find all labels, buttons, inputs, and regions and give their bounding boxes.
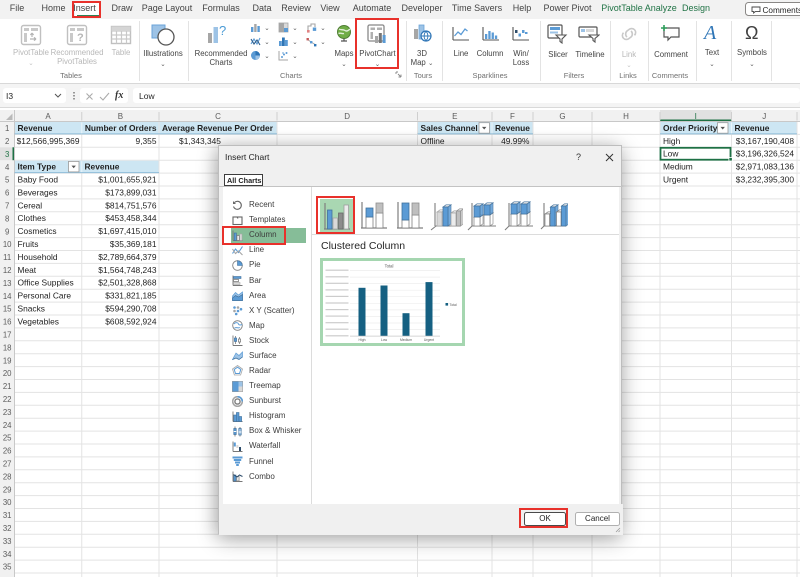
svg-text:$3,167,190,408: $3,167,190,408 <box>736 136 795 146</box>
svg-text:7: 7 <box>5 202 9 211</box>
svg-text:20: 20 <box>3 369 12 378</box>
svg-text:Sales Channel: Sales Channel <box>421 123 478 133</box>
svg-text:4: 4 <box>5 163 10 172</box>
svg-text:Total: Total <box>450 303 457 307</box>
svg-text:$1,001,655,921: $1,001,655,921 <box>98 175 157 185</box>
svg-text:High: High <box>359 338 366 342</box>
svg-text:Personal Care: Personal Care <box>18 291 72 301</box>
svg-text:21: 21 <box>3 382 12 391</box>
svg-text:$2,501,328,868: $2,501,328,868 <box>98 278 157 288</box>
svg-text:$3,232,395,300: $3,232,395,300 <box>736 175 795 185</box>
svg-text:Medium: Medium <box>400 338 412 342</box>
svg-text:15: 15 <box>3 305 12 314</box>
svg-text:14: 14 <box>3 292 12 301</box>
svg-text:$608,592,924: $608,592,924 <box>105 316 157 326</box>
svg-text:Revenue: Revenue <box>495 123 530 133</box>
svg-text:Ω: Ω <box>745 23 758 42</box>
svg-text:17: 17 <box>3 331 12 340</box>
svg-text:27: 27 <box>3 460 12 469</box>
svg-text:Beverages: Beverages <box>18 187 58 197</box>
svg-text:6: 6 <box>5 189 9 198</box>
svg-text:$12,566,995,369: $12,566,995,369 <box>17 136 80 146</box>
svg-text:31: 31 <box>3 511 12 520</box>
svg-text:Number of Orders: Number of Orders <box>85 123 157 133</box>
svg-text:$1,564,748,243: $1,564,748,243 <box>98 265 157 275</box>
svg-text:$594,290,708: $594,290,708 <box>105 304 157 314</box>
svg-text:Office Supplies: Office Supplies <box>18 278 74 288</box>
svg-text:3: 3 <box>5 150 9 159</box>
svg-text:Low: Low <box>381 338 388 342</box>
svg-text:29: 29 <box>3 485 12 494</box>
svg-text:J: J <box>762 112 766 121</box>
svg-text:A: A <box>702 22 717 42</box>
svg-text:10: 10 <box>3 240 12 249</box>
svg-text:$2,789,664,379: $2,789,664,379 <box>98 252 157 262</box>
svg-text:B: B <box>118 112 123 121</box>
svg-text:8: 8 <box>5 214 9 223</box>
svg-text:Order Priority: Order Priority <box>663 123 718 133</box>
svg-text:$1,697,415,010: $1,697,415,010 <box>98 226 157 236</box>
svg-text:Revenue: Revenue <box>85 162 120 172</box>
svg-text:G: G <box>559 112 565 121</box>
svg-text:33: 33 <box>3 537 12 546</box>
svg-text:Vegetables: Vegetables <box>18 316 59 326</box>
svg-text:$1,343,345: $1,343,345 <box>179 136 221 146</box>
svg-text:$814,751,576: $814,751,576 <box>105 200 157 210</box>
svg-text:Household: Household <box>18 252 58 262</box>
svg-text:High: High <box>663 136 681 146</box>
svg-text:24: 24 <box>3 421 12 430</box>
svg-text:34: 34 <box>3 550 12 559</box>
svg-text:$35,369,181: $35,369,181 <box>110 239 157 249</box>
svg-text:$2,971,083,136: $2,971,083,136 <box>736 162 795 172</box>
svg-text:Item Type: Item Type <box>18 162 57 172</box>
svg-text:$173,899,031: $173,899,031 <box>105 187 157 197</box>
svg-text:32: 32 <box>3 524 12 533</box>
svg-text:Urgent: Urgent <box>424 338 434 342</box>
svg-text:Revenue: Revenue <box>18 123 53 133</box>
svg-text:Average Revenue Per Order: Average Revenue Per Order <box>162 123 274 133</box>
svg-text:Cereal: Cereal <box>18 200 43 210</box>
svg-text:12: 12 <box>3 266 12 275</box>
svg-text:I: I <box>695 112 697 121</box>
svg-text:$3,196,326,524: $3,196,326,524 <box>736 149 795 159</box>
svg-text:Low: Low <box>663 149 679 159</box>
svg-text:Cosmetics: Cosmetics <box>18 226 57 236</box>
svg-text:1: 1 <box>5 124 9 133</box>
svg-text:28: 28 <box>3 472 12 481</box>
svg-text:13: 13 <box>3 279 12 288</box>
svg-text:Clothes: Clothes <box>18 213 46 223</box>
svg-text:D: D <box>344 112 350 121</box>
svg-text:2: 2 <box>5 137 9 146</box>
svg-text:30: 30 <box>3 498 12 507</box>
svg-text:A: A <box>45 112 51 121</box>
svg-text:19: 19 <box>3 356 12 365</box>
svg-text:5: 5 <box>5 176 10 185</box>
svg-text:18: 18 <box>3 343 12 352</box>
svg-text:Baby Food: Baby Food <box>18 175 59 185</box>
svg-text:?: ? <box>219 23 226 38</box>
svg-text:11: 11 <box>3 253 11 262</box>
svg-text:E: E <box>452 112 457 121</box>
svg-text:?: ? <box>77 32 84 44</box>
svg-text:Urgent: Urgent <box>663 175 689 185</box>
svg-text:9: 9 <box>5 227 9 236</box>
svg-text:Total: Total <box>385 264 394 269</box>
svg-text:26: 26 <box>3 447 12 456</box>
svg-text:Snacks: Snacks <box>18 304 45 314</box>
svg-text:Meat: Meat <box>18 265 37 275</box>
svg-text:22: 22 <box>3 395 12 404</box>
svg-text:9,355: 9,355 <box>136 136 157 146</box>
svg-text:35: 35 <box>3 563 12 572</box>
svg-text:25: 25 <box>3 434 12 443</box>
svg-text:16: 16 <box>3 318 12 327</box>
svg-text:$453,458,344: $453,458,344 <box>105 213 157 223</box>
svg-text:C: C <box>215 112 221 121</box>
svg-text:Medium: Medium <box>663 162 693 172</box>
svg-text:F: F <box>510 112 515 121</box>
svg-text:Fruits: Fruits <box>18 239 39 249</box>
svg-text:23: 23 <box>3 408 12 417</box>
svg-text:$331,821,185: $331,821,185 <box>105 291 157 301</box>
svg-text:Revenue: Revenue <box>735 123 770 133</box>
svg-text:H: H <box>623 112 629 121</box>
